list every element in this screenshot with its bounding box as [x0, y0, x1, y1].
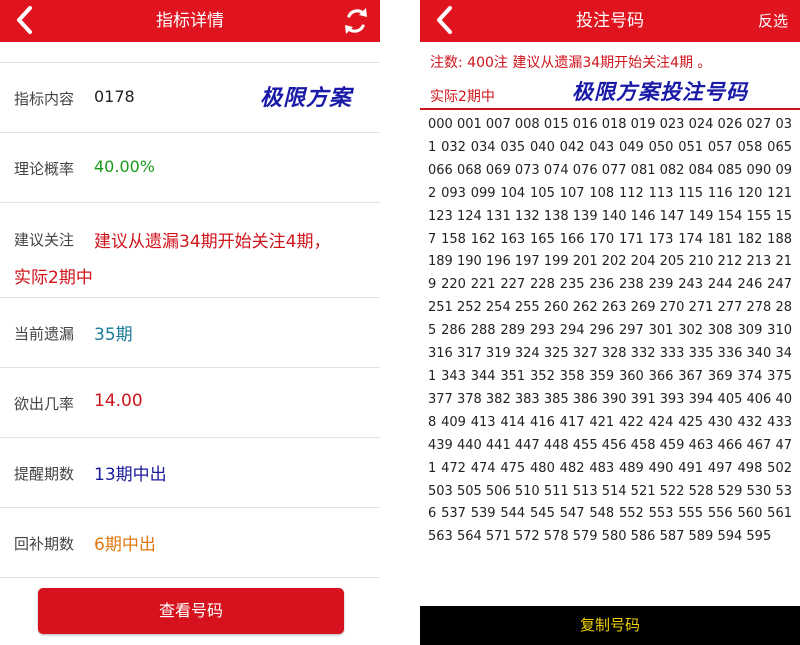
row-value: 0178 [94, 87, 135, 106]
scheme-numbers-banner: 极限方案投注号码 [572, 80, 748, 104]
row-value: 13期中出 [94, 465, 167, 485]
bet-count-info: 注数: 400注 建议从遗漏34期开始关注4期 。 [430, 55, 712, 71]
page-title: 指标详情 [156, 11, 224, 31]
row-suggested-watch: 建议关注 建议从遗漏34期开始关注4期， 实际2期中 [0, 203, 380, 298]
row-label: 理论概率 [14, 160, 75, 178]
view-numbers-button[interactable]: 查看号码 [38, 588, 344, 634]
row-current-missing: 当前遗漏 35期 [0, 298, 380, 368]
row-label: 欲出几率 [14, 395, 75, 413]
refresh-icon[interactable] [336, 0, 376, 42]
row-value: 6期中出 [94, 535, 156, 555]
top-bar: 投注号码 反选 [420, 0, 800, 42]
row-label: 建议关注 [14, 231, 75, 249]
bet-numbers-screen: 投注号码 反选 注数: 400注 建议从遗漏34期开始关注4期 。 实际2期中 … [420, 0, 800, 645]
page-title: 投注号码 [576, 11, 644, 31]
row-value: 建议从遗漏34期开始关注4期， [94, 232, 331, 252]
bet-numbers-list: 000 001 007 008 015 016 018 019 023 024 … [428, 117, 792, 545]
invert-selection-button[interactable]: 反选 [758, 0, 788, 42]
top-bar: 指标详情 [0, 0, 380, 42]
row-label: 指标内容 [14, 90, 75, 108]
row-reminder-period: 提醒期数 13期中出 [0, 438, 380, 508]
row-appear-probability: 欲出几率 14.00 [0, 368, 380, 438]
actual-hit-info: 实际2期中 [430, 89, 495, 105]
scheme-banner: 极限方案 [260, 86, 353, 111]
copy-numbers-button[interactable]: 复制号码 [420, 606, 800, 645]
divider [420, 108, 800, 110]
row-value-continued: 实际2期中 [14, 268, 93, 288]
row-value: 35期 [94, 325, 133, 345]
row-label: 提醒期数 [14, 465, 75, 483]
row-value: 14.00 [94, 391, 143, 411]
row-makeup-period: 回补期数 6期中出 [0, 508, 380, 578]
indicator-detail-screen: 指标详情 指标内容 0178 极限方案 理论概率 40.00% 建议关注 建议从… [0, 0, 380, 645]
row-label: 回补期数 [14, 535, 75, 553]
row-label: 当前遗漏 [14, 325, 75, 343]
row-theoretical-probability: 理论概率 40.00% [0, 133, 380, 203]
row-value: 40.00% [94, 157, 156, 176]
